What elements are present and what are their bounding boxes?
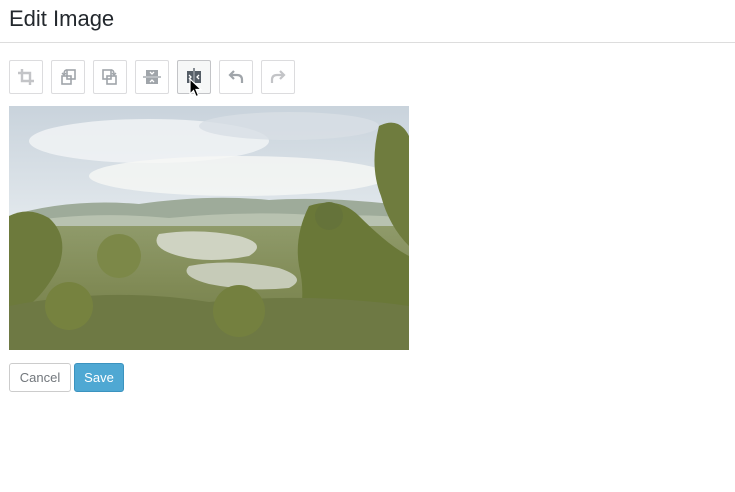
flip-horizontal-icon xyxy=(187,68,201,86)
save-button[interactable]: Save xyxy=(74,363,124,392)
undo-button[interactable] xyxy=(219,60,253,94)
flip-vertical-icon xyxy=(143,70,161,84)
crop-icon xyxy=(18,69,34,85)
image-preview xyxy=(9,106,409,350)
redo-icon xyxy=(270,70,286,83)
rotate-right-button[interactable] xyxy=(93,60,127,94)
page-title: Edit Image xyxy=(9,6,115,31)
undo-icon xyxy=(228,70,244,83)
crop-button[interactable] xyxy=(9,60,43,94)
redo-button[interactable] xyxy=(261,60,295,94)
jungle-landscape-image xyxy=(9,106,409,350)
cancel-button[interactable]: Cancel xyxy=(9,363,71,392)
rotate-right-icon xyxy=(102,69,117,85)
rotate-left-button[interactable] xyxy=(51,60,85,94)
flip-vertical-button[interactable] xyxy=(135,60,169,94)
flip-horizontal-button[interactable] xyxy=(177,60,211,94)
header: Edit Image xyxy=(0,0,735,43)
rotate-left-icon xyxy=(61,69,76,85)
